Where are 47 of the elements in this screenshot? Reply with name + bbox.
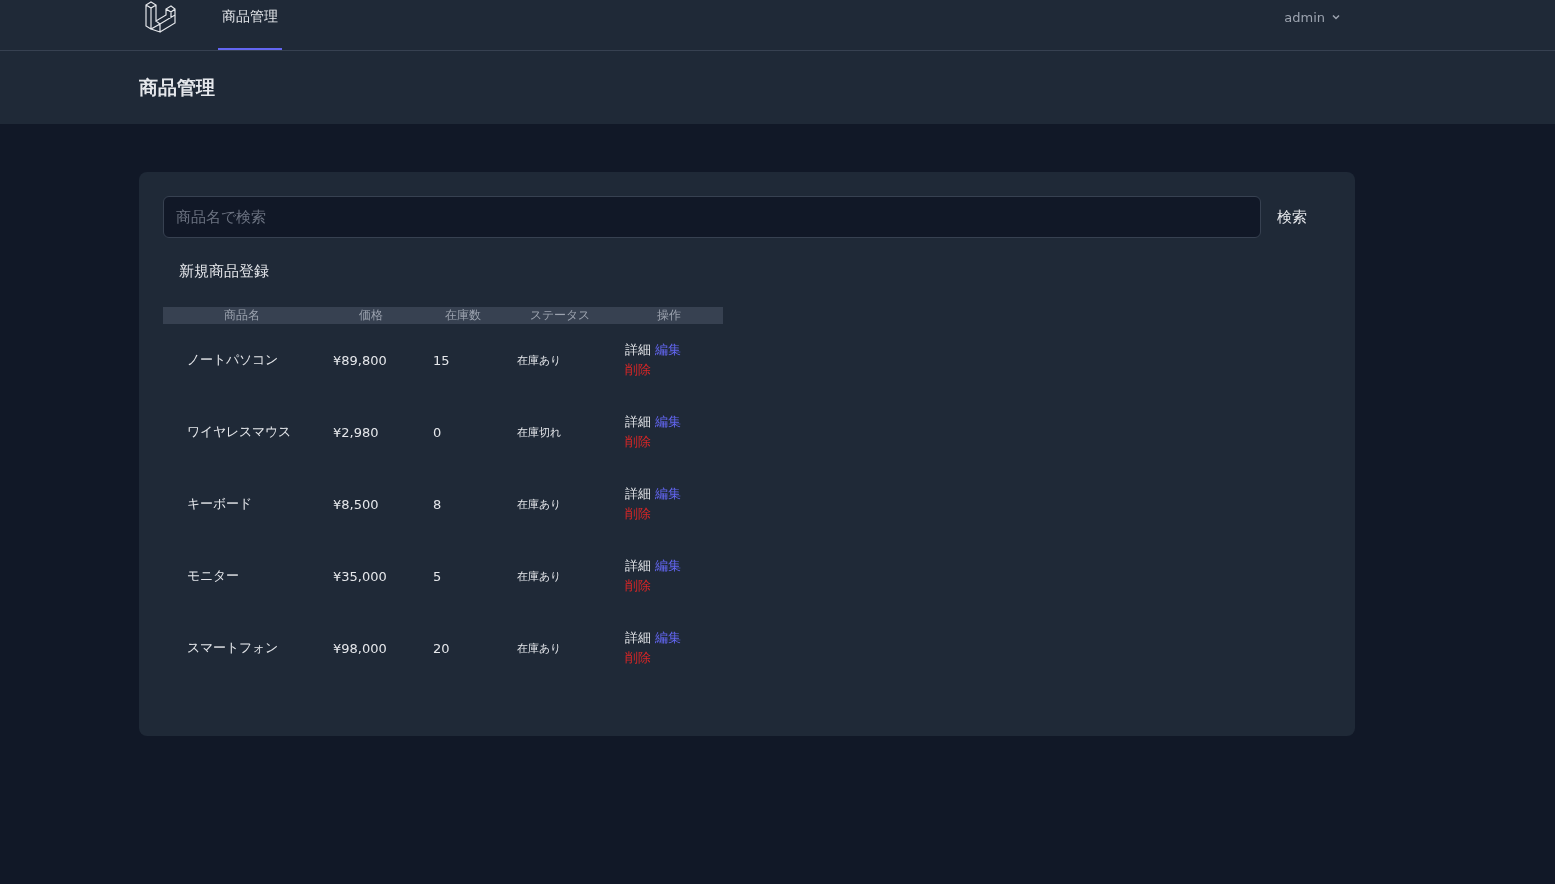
action-link[interactable]: 編集 <box>655 413 681 431</box>
table-cell-text: 20 <box>432 639 451 658</box>
action-link[interactable]: 削除 <box>625 361 651 379</box>
table-cell-text: ¥2,980 <box>332 423 380 442</box>
action-link[interactable]: 削除 <box>625 577 651 595</box>
action-link[interactable]: 詳細 <box>625 485 651 503</box>
action-link[interactable]: 詳細 <box>625 341 651 359</box>
table-cell: ノートパソコン <box>163 324 321 396</box>
column-header: ステータス <box>505 307 615 324</box>
table-cell-text: 5 <box>432 567 443 586</box>
user-menu[interactable]: admin <box>1284 0 1341 50</box>
table-cell-text: ¥98,000 <box>332 639 388 658</box>
action-link[interactable]: 詳細 <box>625 629 651 647</box>
table-cell-text: ¥35,000 <box>332 567 388 586</box>
table-cell-text: 在庫切れ <box>516 424 562 441</box>
table-cell-text: ¥8,500 <box>332 495 380 514</box>
table-cell: ¥89,800 <box>321 324 421 396</box>
action-link[interactable]: 詳細 <box>625 413 651 431</box>
table-cell-text: キーボード <box>186 495 253 513</box>
action-link[interactable]: 削除 <box>625 649 651 667</box>
column-header: 価格 <box>321 307 421 324</box>
action-link[interactable]: 詳細 <box>625 557 651 575</box>
action-link[interactable]: 編集 <box>655 629 681 647</box>
search-button[interactable]: 検索 <box>1277 199 1331 235</box>
action-link[interactable]: 削除 <box>625 433 651 451</box>
table-cell-text: 8 <box>432 495 443 514</box>
table-cell-text: 在庫あり <box>516 640 562 657</box>
action-link[interactable]: 編集 <box>655 485 681 503</box>
table-cell-text: ワイヤレスマウス <box>186 423 292 441</box>
table-cell-text: モニター <box>186 567 240 585</box>
action-link[interactable]: 編集 <box>655 557 681 575</box>
search-field[interactable]: 商品名で検索 <box>163 196 1261 238</box>
page-title: 商品管理 <box>139 74 216 100</box>
column-header: 商品名 <box>163 307 321 324</box>
action-link[interactable]: 編集 <box>655 341 681 359</box>
column-header: 操作 <box>615 307 723 324</box>
table-cell: 在庫あり <box>505 324 615 396</box>
table-cell-text: 0 <box>432 423 443 442</box>
create-link[interactable]: 新規商品登録 <box>179 262 269 281</box>
action-link[interactable]: 削除 <box>625 505 651 523</box>
table-cell: 15 <box>421 324 505 396</box>
chevron-down-icon <box>1331 12 1341 22</box>
table-cell-text: 在庫あり <box>516 496 562 513</box>
column-header: 在庫数 <box>421 307 505 324</box>
table-cell-text: 在庫あり <box>516 568 562 585</box>
logo-icon[interactable] <box>142 1 176 35</box>
table-cell-text: スマートフォン <box>186 639 279 657</box>
